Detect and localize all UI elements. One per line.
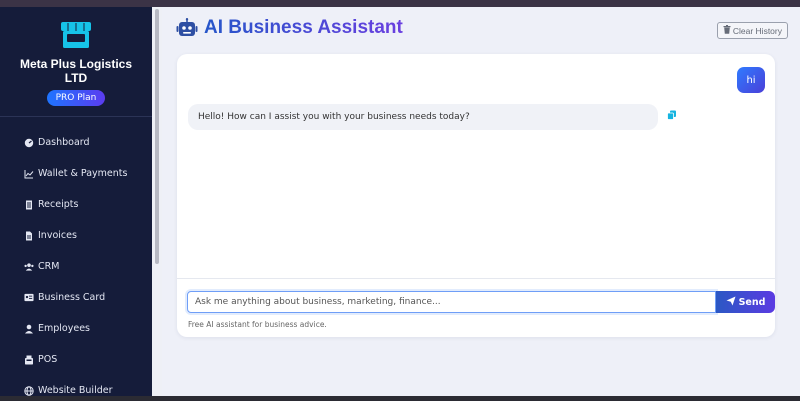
window-top-strip bbox=[0, 0, 800, 7]
sidebar-item-label: Employees bbox=[38, 323, 90, 334]
main-content: AI Business Assistant Clear History hi H… bbox=[162, 7, 800, 396]
sidebar-item-pos[interactable]: POS bbox=[0, 344, 152, 375]
trash-icon bbox=[723, 25, 731, 36]
page-header: AI Business Assistant bbox=[176, 17, 403, 39]
sidebar-scrollbar[interactable] bbox=[152, 7, 162, 396]
sidebar-item-employees[interactable]: Employees bbox=[0, 313, 152, 344]
send-label: Send bbox=[738, 296, 766, 308]
sidebar-item-dashboard[interactable]: Dashboard bbox=[0, 127, 152, 158]
brand-block: Meta Plus Logistics LTD PRO Plan bbox=[0, 7, 152, 117]
sidebar-item-label: POS bbox=[38, 354, 58, 365]
clear-history-label: Clear History bbox=[732, 25, 782, 36]
dashboard-icon bbox=[24, 138, 34, 148]
sidebar-item-wallet-payments[interactable]: Wallet & Payments bbox=[0, 158, 152, 189]
sidebar-nav: Dashboard Wallet & Payments Receipts Inv… bbox=[0, 117, 152, 396]
sidebar-item-label: Business Card bbox=[38, 292, 106, 303]
chart-line-icon bbox=[24, 169, 34, 179]
user-icon bbox=[24, 324, 34, 334]
users-icon bbox=[24, 262, 34, 272]
sidebar-item-receipts[interactable]: Receipts bbox=[0, 189, 152, 220]
sidebar-item-label: Invoices bbox=[38, 230, 77, 241]
robot-icon bbox=[176, 18, 198, 36]
receipt-icon bbox=[24, 200, 34, 210]
sidebar-item-crm[interactable]: CRM bbox=[0, 251, 152, 282]
clear-history-button[interactable]: Clear History bbox=[716, 22, 788, 39]
store-icon bbox=[61, 22, 91, 48]
sidebar-item-business-card[interactable]: Business Card bbox=[0, 282, 152, 313]
composer: Send Free AI assistant for business advi… bbox=[177, 278, 775, 337]
paper-plane-icon bbox=[726, 296, 736, 309]
pos-icon bbox=[24, 355, 34, 365]
assistant-message-text: Hello! How can I assist you with your bu… bbox=[198, 112, 470, 122]
sidebar-item-website-builder[interactable]: Website Builder bbox=[0, 375, 152, 396]
sidebar-item-label: Dashboard bbox=[38, 137, 90, 148]
page-title: AI Business Assistant bbox=[204, 17, 403, 38]
assistant-message-bubble: Hello! How can I assist you with your bu… bbox=[188, 104, 658, 130]
sidebar-item-label: Receipts bbox=[38, 199, 79, 210]
sidebar-item-invoices[interactable]: Invoices bbox=[0, 220, 152, 251]
sidebar-item-label: Website Builder bbox=[38, 385, 113, 396]
chat-messages[interactable]: hi Hello! How can I assist you with your… bbox=[177, 54, 775, 278]
file-icon bbox=[24, 231, 34, 241]
chat-card: hi Hello! How can I assist you with your… bbox=[177, 54, 775, 337]
user-message-bubble: hi bbox=[737, 67, 765, 93]
sidebar-item-label: Wallet & Payments bbox=[38, 168, 128, 179]
chat-input[interactable] bbox=[187, 291, 716, 313]
window-bottom-strip bbox=[0, 396, 800, 401]
sidebar-item-label: CRM bbox=[38, 261, 60, 272]
composer-hint: Free AI assistant for business advice. bbox=[188, 320, 327, 329]
sidebar: Meta Plus Logistics LTD PRO Plan Dashboa… bbox=[0, 7, 152, 396]
id-card-icon bbox=[24, 293, 34, 303]
company-name: Meta Plus Logistics LTD bbox=[19, 57, 133, 85]
globe-icon bbox=[24, 385, 34, 396]
send-button[interactable]: Send bbox=[716, 291, 775, 313]
copy-icon[interactable] bbox=[667, 110, 677, 120]
scrollbar-thumb[interactable] bbox=[155, 9, 159, 264]
plan-badge[interactable]: PRO Plan bbox=[46, 90, 106, 106]
